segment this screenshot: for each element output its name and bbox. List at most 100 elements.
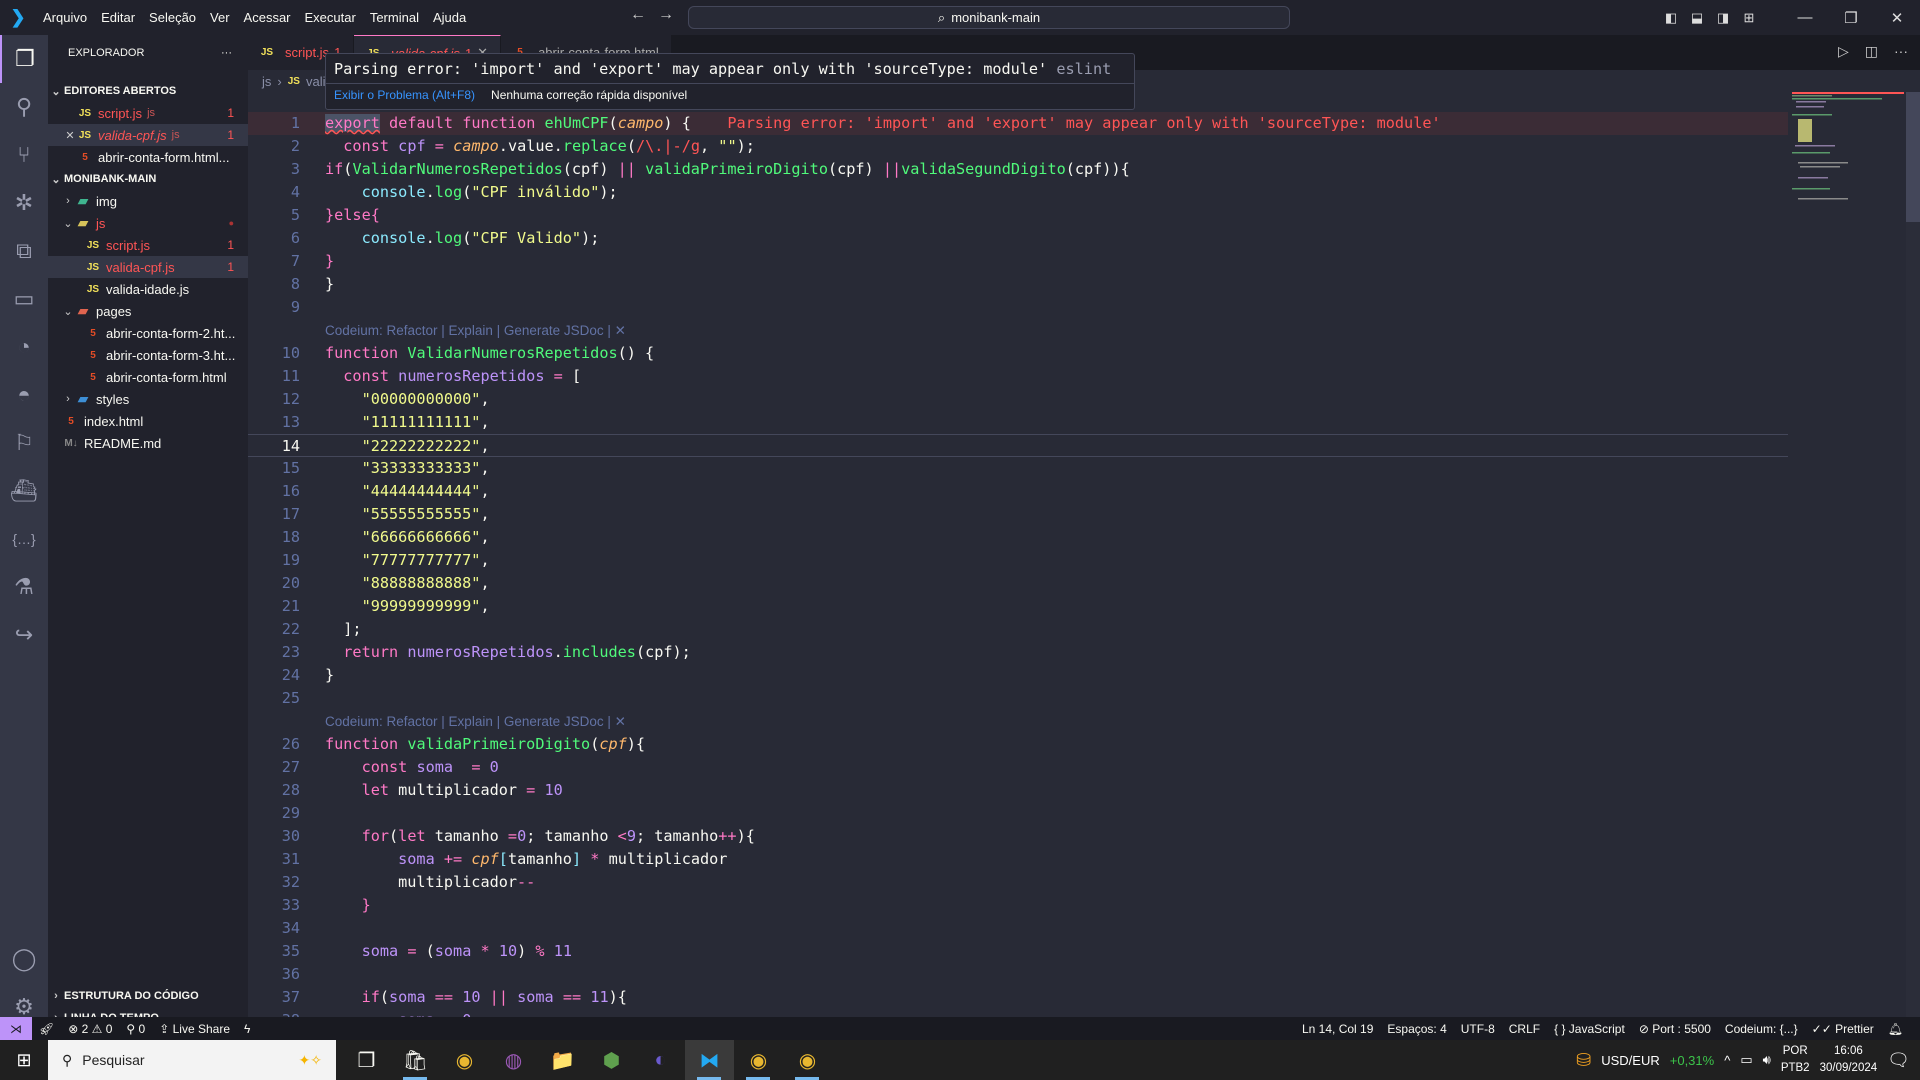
forward-arrow-icon[interactable]: → bbox=[658, 6, 674, 24]
file-item[interactable]: JS valida-idade.js bbox=[48, 278, 248, 300]
line-ending[interactable]: CRLF bbox=[1502, 1022, 1547, 1036]
run-icon[interactable]: ▷ bbox=[1838, 43, 1849, 60]
nodejs-icon[interactable]: ⬢ bbox=[587, 1040, 636, 1080]
code-line: 14 "22222222222", bbox=[248, 434, 1788, 457]
prettier-status[interactable]: ✓✓ Prettier bbox=[1805, 1022, 1881, 1036]
minimap[interactable] bbox=[1792, 92, 1904, 212]
account-icon[interactable]: ◯ bbox=[0, 935, 48, 983]
bookmarks-icon[interactable]: ⚐ bbox=[0, 419, 48, 467]
clock[interactable]: 16:06 30/09/2024 bbox=[1820, 1043, 1878, 1077]
folder-item[interactable]: ⌄ ▰ pages bbox=[48, 300, 248, 322]
indentation[interactable]: Espaços: 4 bbox=[1380, 1022, 1453, 1036]
code-editor[interactable]: 1 export default function ehUmCPF(campo) … bbox=[248, 112, 1788, 1017]
codeium-lens[interactable]: Codeium: Refactor | Explain | Generate J… bbox=[248, 319, 1788, 342]
customize-layout-icon[interactable]: ⊞ bbox=[1736, 10, 1762, 26]
close-button[interactable]: ✕ bbox=[1874, 9, 1920, 27]
microsoft-store-icon[interactable]: 🛍 bbox=[391, 1040, 440, 1080]
ports-indicator[interactable]: ⚲ 0 bbox=[119, 1022, 152, 1036]
file-item[interactable]: 5 abrir-conta-form-3.ht... bbox=[48, 344, 248, 366]
rocket-icon[interactable]: 🚀︎ bbox=[32, 1022, 61, 1036]
scrollbar-thumb[interactable] bbox=[1906, 92, 1920, 222]
file-item[interactable]: 5 abrir-conta-form-2.ht... bbox=[48, 322, 248, 344]
windows-start-icon[interactable]: ⊞ bbox=[0, 1050, 48, 1071]
editor-scrollbar[interactable] bbox=[1906, 92, 1920, 1017]
view-problem-link[interactable]: Exibir o Problema (Alt+F8) bbox=[334, 88, 475, 102]
file-item[interactable]: 5 index.html bbox=[48, 410, 248, 432]
menu-arquivo[interactable]: Arquivo bbox=[36, 10, 94, 25]
open-editor-item[interactable]: ✕ JS valida-cpf.js js 1 bbox=[48, 124, 248, 146]
github-icon[interactable]: ◓ bbox=[0, 371, 48, 419]
folder-item[interactable]: › ▰ img bbox=[48, 190, 248, 212]
vscode-icon[interactable]: ⧓ bbox=[685, 1040, 734, 1080]
extensions-icon[interactable]: ⧉ bbox=[0, 227, 48, 275]
notification-center-icon[interactable]: 🗨︎ bbox=[1887, 1050, 1910, 1071]
volume-icon[interactable]: 🔊︎ bbox=[1763, 1052, 1771, 1068]
language-indicator[interactable]: POR PTB2 bbox=[1781, 1043, 1810, 1077]
remote-explorer-icon[interactable]: ▭ bbox=[0, 275, 48, 323]
breadcrumb-folder[interactable]: js bbox=[262, 74, 271, 89]
network-icon[interactable]: ▭ bbox=[1740, 1052, 1752, 1068]
task-view-icon[interactable]: ❐ bbox=[342, 1040, 391, 1080]
eclipse-icon[interactable]: ◐ bbox=[636, 1040, 685, 1080]
notifications-bell-icon[interactable]: 🔔︎ bbox=[1881, 1022, 1910, 1036]
codeium-status[interactable]: Codeium: {...} bbox=[1718, 1022, 1805, 1036]
toggle-secondary-sidebar-icon[interactable]: ◨ bbox=[1710, 10, 1736, 26]
folder-item[interactable]: ⌄ ▰ js ● bbox=[48, 212, 248, 234]
language-mode[interactable]: { } JavaScript bbox=[1547, 1022, 1632, 1036]
remote-icon[interactable]: ⋊ bbox=[0, 1017, 32, 1040]
chevron-up-icon[interactable]: ^ bbox=[1724, 1053, 1730, 1068]
live-share-icon[interactable]: ↪ bbox=[0, 611, 48, 659]
toggle-sidebar-icon[interactable]: ◧ bbox=[1658, 10, 1684, 26]
toggle-panel-icon[interactable]: ⬓ bbox=[1684, 10, 1710, 26]
file-explorer-icon[interactable]: 📁 bbox=[538, 1040, 587, 1080]
menu-seleção[interactable]: Seleção bbox=[142, 10, 203, 25]
open-editors-section[interactable]: ⌄ EDITORES ABERTOS bbox=[48, 80, 248, 102]
menu-ajuda[interactable]: Ajuda bbox=[426, 10, 473, 25]
testing-icon[interactable]: ⚗ bbox=[0, 563, 48, 611]
more-actions-icon[interactable]: ··· bbox=[221, 47, 232, 59]
split-editor-icon[interactable]: ◫ bbox=[1865, 43, 1878, 60]
codeium-lens[interactable]: Codeium: Refactor | Explain | Generate J… bbox=[248, 710, 1788, 733]
open-editor-item[interactable]: 5 abrir-conta-form.html... bbox=[48, 146, 248, 168]
more-icon[interactable]: ··· bbox=[1894, 43, 1908, 60]
chrome-icon[interactable]: ◉ bbox=[783, 1040, 832, 1080]
encoding[interactable]: UTF-8 bbox=[1454, 1022, 1502, 1036]
github-desktop-icon[interactable]: ◍ bbox=[489, 1040, 538, 1080]
codeium-lens-text[interactable]: Codeium: Refactor | Explain | Generate J… bbox=[325, 710, 626, 733]
menu-editar[interactable]: Editar bbox=[94, 10, 142, 25]
cursor-position[interactable]: Ln 14, Col 19 bbox=[1295, 1022, 1380, 1036]
files-icon[interactable]: ❐ bbox=[0, 35, 48, 83]
codeium-lens-text[interactable]: Codeium: Refactor | Explain | Generate J… bbox=[325, 319, 626, 342]
menu-executar[interactable]: Executar bbox=[298, 10, 363, 25]
close-icon[interactable]: ✕ bbox=[62, 129, 78, 142]
chrome-icon[interactable]: ◉ bbox=[734, 1040, 783, 1080]
file-item[interactable]: 5 abrir-conta-form.html bbox=[48, 366, 248, 388]
problems-indicator[interactable]: ⊗ 2 ⚠ 0 bbox=[61, 1022, 119, 1036]
docker-icon[interactable]: ⛴ bbox=[0, 467, 48, 515]
command-center-search[interactable]: ⌕ monibank-main bbox=[688, 6, 1290, 29]
file-item[interactable]: JS valida-cpf.js 1 bbox=[48, 256, 248, 278]
search-icon[interactable]: ⚲ bbox=[0, 83, 48, 131]
live-server-port[interactable]: ⊘ Port : 5500 bbox=[1632, 1022, 1718, 1036]
project-root[interactable]: ⌄ MONIBANK-MAIN bbox=[48, 168, 248, 190]
json-icon[interactable]: {…} bbox=[0, 515, 48, 563]
git-graph-icon[interactable]: ◔ bbox=[0, 323, 48, 371]
taskbar-search[interactable]: ⚲ Pesquisar ✦✧ bbox=[48, 1040, 336, 1080]
currency-pair[interactable]: USD/EUR bbox=[1601, 1053, 1660, 1068]
back-arrow-icon[interactable]: ← bbox=[630, 6, 646, 24]
open-editor-item[interactable]: JS script.js js 1 bbox=[48, 102, 248, 124]
outline-section[interactable]: › ESTRUTURA DO CÓDIGO bbox=[48, 985, 248, 1007]
restore-button[interactable]: ❐ bbox=[1828, 9, 1874, 27]
live-share-button[interactable]: ⇪ Live Share bbox=[152, 1022, 237, 1036]
chrome-icon[interactable]: ◉ bbox=[440, 1040, 489, 1080]
menu-acessar[interactable]: Acessar bbox=[237, 10, 298, 25]
lightning-icon[interactable]: ϟ bbox=[237, 1022, 257, 1036]
file-item[interactable]: M↓ README.md bbox=[48, 432, 248, 454]
folder-item[interactable]: › ▰ styles bbox=[48, 388, 248, 410]
minimize-button[interactable]: — bbox=[1782, 9, 1828, 26]
debug-icon[interactable]: ✲ bbox=[0, 179, 48, 227]
file-item[interactable]: JS script.js 1 bbox=[48, 234, 248, 256]
source-control-icon[interactable]: ⑂ bbox=[0, 131, 48, 179]
menu-ver[interactable]: Ver bbox=[203, 10, 237, 25]
menu-terminal[interactable]: Terminal bbox=[363, 10, 426, 25]
